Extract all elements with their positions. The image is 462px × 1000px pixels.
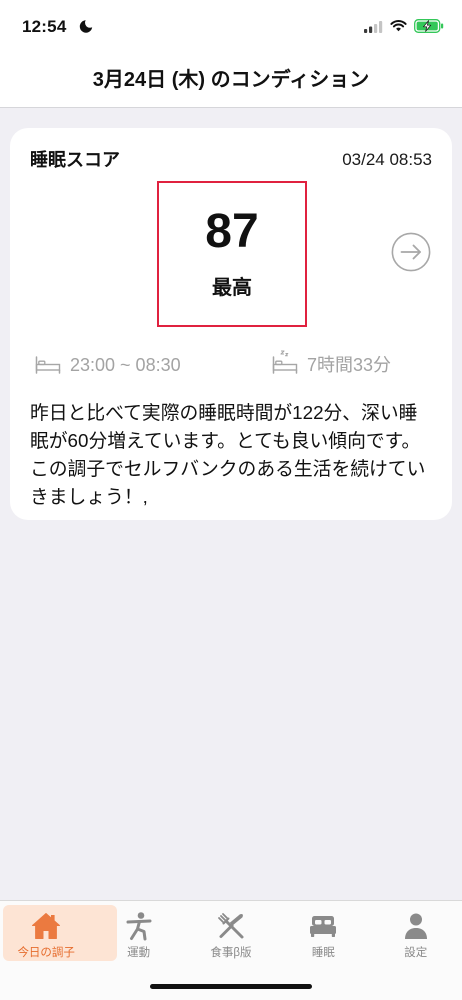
tab-sleep[interactable]: 睡眠 xyxy=(277,901,369,967)
sleeping-bed-icon xyxy=(272,350,298,374)
fork-knife-icon xyxy=(216,911,246,941)
tab-settings[interactable]: 設定 xyxy=(370,901,462,967)
person-icon xyxy=(401,911,431,941)
wifi-icon xyxy=(390,19,407,32)
exercise-icon xyxy=(124,911,154,941)
sleep-score-value: 87 xyxy=(205,205,259,258)
moon-icon xyxy=(79,19,93,33)
header-area: 12:54 3月24日 (木) のコンディション xyxy=(0,0,462,108)
tab-today[interactable]: 今日の調子 xyxy=(0,901,92,967)
home-indicator[interactable] xyxy=(150,984,312,989)
page-title: 3月24日 (木) のコンディション xyxy=(92,69,370,91)
bedtime-range: 23:00 ~ 08:30 xyxy=(70,355,181,375)
tab-label: 今日の調子 xyxy=(17,947,75,959)
sleep-comment: 昨日と比べて実際の睡眠時間が122分、深い睡眠が60分増えています。とても良い傾… xyxy=(30,402,426,507)
card-title: 睡眠スコア xyxy=(30,150,120,170)
bed-icon xyxy=(35,356,61,374)
cellular-signal-icon xyxy=(364,21,383,33)
tab-label: 睡眠 xyxy=(311,947,335,959)
card-timestamp: 03/24 08:53 xyxy=(342,150,432,169)
tab-label: 運動 xyxy=(127,947,151,959)
sleep-duration: 7時間33分 xyxy=(307,355,392,375)
battery-charging-icon xyxy=(414,19,444,33)
tab-meal[interactable]: 食事β版 xyxy=(185,901,277,967)
arrow-right-circle-icon[interactable] xyxy=(391,232,431,272)
sleep-score-rating: 最高 xyxy=(212,277,252,299)
tab-exercise[interactable]: 運動 xyxy=(92,901,184,967)
bed-icon xyxy=(308,911,338,941)
sleep-score-card: 睡眠スコア 03/24 08:53 87 最高 23:00 ~ 08:30 7時… xyxy=(10,128,452,520)
tab-label: 設定 xyxy=(404,947,428,959)
house-icon xyxy=(31,911,61,941)
tab-label: 食事β版 xyxy=(210,947,252,959)
status-time: 12:54 xyxy=(22,17,67,36)
score-box: 87 最高 xyxy=(157,181,307,327)
